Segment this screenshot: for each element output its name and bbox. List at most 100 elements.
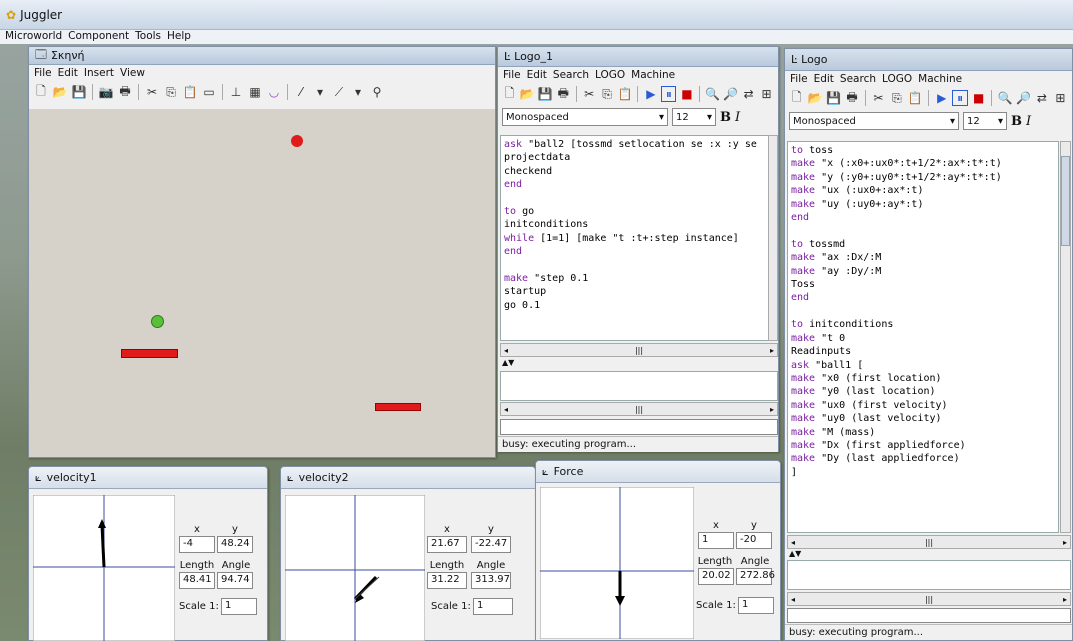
save-icon[interactable]: 💾	[826, 90, 841, 106]
print-icon[interactable]: 🖶	[844, 90, 859, 106]
save-icon[interactable]: 💾	[71, 84, 87, 100]
cut-icon[interactable]: ✂	[871, 90, 886, 106]
open-icon[interactable]: 📂	[52, 84, 68, 100]
paste-icon[interactable]: 📋	[618, 86, 633, 102]
logo1-command-output[interactable]: bounce bounce	[500, 371, 778, 401]
red-platform-left[interactable]	[121, 349, 178, 358]
open-icon[interactable]: 📂	[520, 86, 535, 102]
scroll-thumb[interactable]: |||	[635, 346, 643, 355]
force-plot[interactable]	[540, 487, 694, 639]
bold-button[interactable]: B	[720, 110, 731, 125]
scene-menu-edit[interactable]: Edit	[57, 67, 79, 79]
force-y-field[interactable]: -20	[736, 532, 772, 549]
logo2-menu-machine[interactable]: Machine	[917, 73, 963, 85]
stop-icon[interactable]: ■	[971, 90, 986, 106]
force-length-field[interactable]: 20.02	[698, 568, 734, 585]
find-next-icon[interactable]: 🔎	[723, 86, 738, 102]
logo1-code-editor[interactable]: ask "ball2 [tossmd setlocation se :x :y …	[500, 135, 770, 341]
menu-microworld[interactable]: Microworld	[4, 30, 63, 44]
logo2-code-editor[interactable]: to toss make "x (:x0+:ux0*:t+1/2*:ax*:t*:…	[787, 141, 1059, 533]
logo1-menu-file[interactable]: File	[502, 69, 522, 81]
scroll-thumb[interactable]: |||	[925, 538, 933, 547]
menu-tools[interactable]: Tools	[134, 30, 162, 44]
italic-button[interactable]: I	[1026, 114, 1031, 129]
logo2-splitter-icon[interactable]: ▲▼	[789, 549, 801, 558]
paste-icon[interactable]: 📋	[182, 84, 198, 100]
velocity2-plot[interactable]	[285, 495, 425, 641]
force-scale-field[interactable]: 1	[738, 597, 774, 614]
cut-icon[interactable]: ✂	[582, 86, 597, 102]
logo1-menu-machine[interactable]: Machine	[630, 69, 676, 81]
grid-icon[interactable]: ▦	[247, 84, 263, 100]
play-icon[interactable]: ▶	[643, 86, 658, 102]
logo2-menu-file[interactable]: File	[789, 73, 809, 85]
scene-canvas[interactable]	[29, 109, 495, 457]
dropdown-icon[interactable]: ▾	[350, 84, 366, 100]
velocity2-x-field[interactable]: 21.67	[427, 536, 467, 553]
copy-icon[interactable]: ⎘	[163, 84, 179, 100]
logo2-font-select[interactable]: Monospaced ▾	[789, 112, 959, 130]
find-icon[interactable]: 🔍	[705, 86, 720, 102]
force-angle-field[interactable]: 272.86	[736, 568, 775, 585]
menu-component[interactable]: Component	[67, 30, 130, 44]
axis-icon[interactable]: ⊥	[228, 84, 244, 100]
logo1-vscroll[interactable]	[768, 135, 778, 341]
red-platform-right[interactable]	[375, 403, 421, 411]
vector-icon[interactable]: ⁄	[293, 84, 309, 100]
frame-icon[interactable]: ▭	[201, 84, 217, 100]
logo1-menu-logo[interactable]: LOGO	[594, 69, 626, 81]
find-next-icon[interactable]: 🔎	[1016, 90, 1031, 106]
replace-icon[interactable]: ⇄	[741, 86, 756, 102]
scroll-left-icon[interactable]: ◂	[504, 405, 508, 414]
paste-icon[interactable]: 📋	[908, 90, 923, 106]
scroll-left-icon[interactable]: ◂	[504, 346, 508, 355]
green-ball[interactable]	[151, 315, 164, 328]
velocity1-scale-field[interactable]: 1	[221, 598, 257, 615]
scroll-right-icon[interactable]: ▸	[1063, 595, 1067, 604]
velocity2-scale-field[interactable]: 1	[473, 598, 513, 615]
play-icon[interactable]: ▶	[934, 90, 949, 106]
path-icon[interactable]: ⚲	[369, 84, 385, 100]
pause-icon[interactable]: ⏸	[661, 86, 677, 102]
logo1-menu-edit[interactable]: Edit	[526, 69, 548, 81]
velocity2-y-field[interactable]: -22.47	[471, 536, 511, 553]
scroll-thumb[interactable]: |||	[925, 595, 933, 604]
pause-icon[interactable]: ⏸	[952, 90, 968, 106]
velocity1-y-field[interactable]: 48.24	[217, 536, 253, 553]
scroll-right-icon[interactable]: ▸	[770, 346, 774, 355]
velocity2-angle-field[interactable]: 313.97	[471, 572, 511, 589]
procedures-icon[interactable]: ⊞	[759, 86, 774, 102]
logo2-menu-logo[interactable]: LOGO	[881, 73, 913, 85]
logo1-font-select[interactable]: Monospaced ▾	[502, 108, 668, 126]
scroll-right-icon[interactable]: ▸	[1063, 538, 1067, 547]
velocity1-angle-field[interactable]: 94.74	[217, 572, 253, 589]
logo1-command-input[interactable]	[500, 419, 778, 435]
velocity2-length-field[interactable]: 31.22	[427, 572, 467, 589]
new-icon[interactable]: 🗋	[33, 84, 49, 100]
copy-icon[interactable]: ⎘	[600, 86, 615, 102]
logo1-splitter-icon[interactable]: ▲▼	[502, 358, 514, 367]
logo1-menu-search[interactable]: Search	[552, 69, 590, 81]
scroll-thumb[interactable]	[1061, 156, 1070, 246]
logo2-menu-search[interactable]: Search	[839, 73, 877, 85]
velocity1-length-field[interactable]: 48.41	[179, 572, 215, 589]
logo1-size-select[interactable]: 12 ▾	[672, 108, 716, 126]
logo1-hscroll[interactable]: ◂ ||| ▸	[500, 343, 778, 357]
dropdown-icon[interactable]: ▾	[312, 84, 328, 100]
open-icon[interactable]: 📂	[807, 90, 823, 106]
logo2-command-output[interactable]: bounce bounce	[787, 560, 1071, 590]
menu-help[interactable]: Help	[166, 30, 192, 44]
scene-menu-view[interactable]: View	[119, 67, 146, 79]
logo2-cmd-hscroll[interactable]: ◂ ||| ▸	[787, 592, 1071, 606]
logo2-menu-edit[interactable]: Edit	[813, 73, 835, 85]
red-ball[interactable]	[291, 135, 303, 147]
force-x-field[interactable]: 1	[698, 532, 734, 549]
logo1-cmd-hscroll[interactable]: ◂ ||| ▸	[500, 402, 778, 416]
camera-icon[interactable]: 📷	[98, 84, 114, 100]
scene-menu-insert[interactable]: Insert	[83, 67, 115, 79]
print-icon[interactable]: 🖶	[117, 84, 133, 100]
replace-icon[interactable]: ⇄	[1034, 90, 1049, 106]
scene-menu-file[interactable]: File	[33, 67, 53, 79]
bold-button[interactable]: B	[1011, 114, 1022, 129]
scroll-right-icon[interactable]: ▸	[770, 405, 774, 414]
